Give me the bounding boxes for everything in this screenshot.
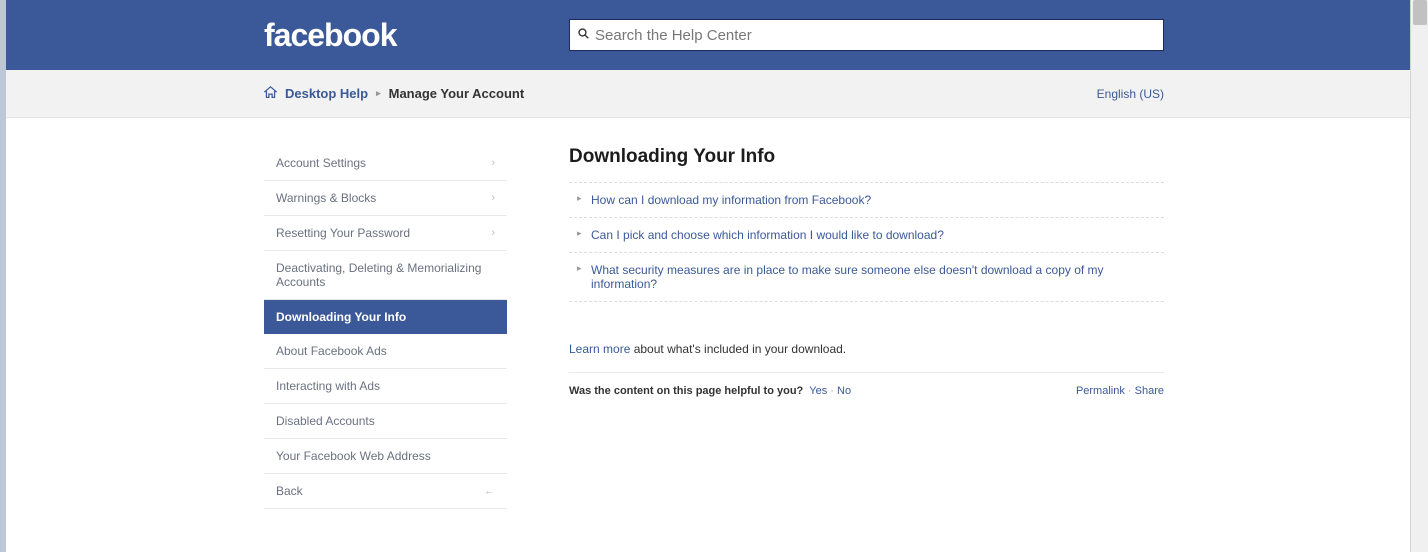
search-box[interactable] <box>569 19 1164 51</box>
sidebar-item-label: Warnings & Blocks <box>276 191 376 205</box>
feedback-yes-link[interactable]: Yes <box>809 385 827 397</box>
language-link[interactable]: English (US) <box>1097 87 1164 101</box>
main-content: Downloading Your Info How can I download… <box>569 146 1164 509</box>
learn-more-link[interactable]: Learn more <box>569 342 630 356</box>
learn-more-line: Learn more about what's included in your… <box>569 342 1164 356</box>
sidebar-item-deactivating[interactable]: Deactivating, Deleting & Memorializing A… <box>264 251 507 300</box>
page-title: Downloading Your Info <box>569 146 1164 168</box>
facebook-logo[interactable]: facebook <box>264 17 569 54</box>
sidebar-item-disabled-accounts[interactable]: Disabled Accounts <box>264 404 507 439</box>
faq-list: How can I download my information from F… <box>569 182 1164 302</box>
sidebar-item-label: Disabled Accounts <box>276 414 375 428</box>
separator-dot: · <box>1128 385 1135 397</box>
share-link[interactable]: Share <box>1135 385 1164 397</box>
sidebar-item-about-ads[interactable]: About Facebook Ads <box>264 334 507 369</box>
sidebar-item-label: Downloading Your Info <box>276 310 406 324</box>
faq-item[interactable]: How can I download my information from F… <box>569 183 1164 218</box>
sidebar-item-web-address[interactable]: Your Facebook Web Address <box>264 439 507 474</box>
sidebar-item-label: Deactivating, Deleting & Memorializing A… <box>276 261 495 289</box>
home-icon[interactable] <box>264 86 277 102</box>
sidebar-item-downloading-info[interactable]: Downloading Your Info <box>264 300 507 334</box>
sidebar-item-label: Account Settings <box>276 156 366 170</box>
sidebar-item-interacting-ads[interactable]: Interacting with Ads <box>264 369 507 404</box>
separator-dot: · <box>830 385 837 397</box>
feedback-row: Was the content on this page helpful to … <box>569 372 1164 397</box>
learn-more-text: about what's included in your download. <box>630 342 846 356</box>
header-bar: facebook <box>6 0 1422 70</box>
sidebar-item-back[interactable]: Back ← <box>264 474 507 509</box>
arrow-left-icon: ← <box>484 485 495 497</box>
scrollbar[interactable] <box>1410 0 1428 552</box>
faq-item[interactable]: Can I pick and choose which information … <box>569 218 1164 253</box>
permalink-link[interactable]: Permalink <box>1076 385 1125 397</box>
breadcrumb: Desktop Help ▸ Manage Your Account <box>264 86 524 102</box>
sidebar-item-label: Back <box>276 484 303 498</box>
feedback-no-link[interactable]: No <box>837 385 851 397</box>
breadcrumb-separator-icon: ▸ <box>376 88 381 99</box>
chevron-right-icon: › <box>491 192 495 204</box>
breadcrumb-home-link[interactable]: Desktop Help <box>285 86 368 101</box>
sidebar-item-resetting-password[interactable]: Resetting Your Password › <box>264 216 507 251</box>
chevron-right-icon: › <box>491 227 495 239</box>
sidebar-item-account-settings[interactable]: Account Settings › <box>264 146 507 181</box>
sidebar-item-label: Interacting with Ads <box>276 379 380 393</box>
feedback-question: Was the content on this page helpful to … <box>569 385 803 397</box>
search-input[interactable] <box>595 27 1155 44</box>
sidebar-item-label: About Facebook Ads <box>276 344 387 358</box>
chevron-right-icon: › <box>491 157 495 169</box>
sidebar: Account Settings › Warnings & Blocks › R… <box>264 146 507 509</box>
faq-item[interactable]: What security measures are in place to m… <box>569 253 1164 302</box>
search-icon <box>578 28 589 42</box>
breadcrumb-bar: Desktop Help ▸ Manage Your Account Engli… <box>6 70 1422 118</box>
breadcrumb-current: Manage Your Account <box>389 86 525 101</box>
sidebar-item-label: Your Facebook Web Address <box>276 449 431 463</box>
sidebar-item-warnings-blocks[interactable]: Warnings & Blocks › <box>264 181 507 216</box>
sidebar-item-label: Resetting Your Password <box>276 226 410 240</box>
scrollbar-thumb[interactable] <box>1413 0 1427 25</box>
